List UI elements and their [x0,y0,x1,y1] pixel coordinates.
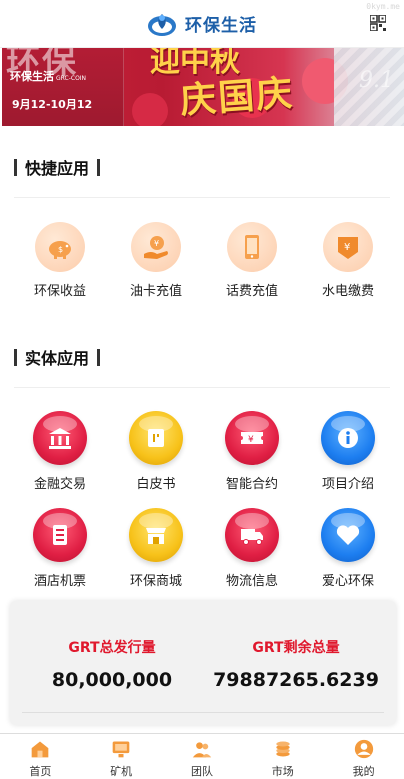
promo-banner[interactable]: 环保 环保生活 GRC-COIN 9月12-10月12 迎中秋 庆国庆 9.1 [2,48,404,126]
svg-text:$: $ [58,245,63,254]
quick-app-eco-income[interactable]: $ 环保收益 [12,222,108,299]
profile-icon [354,739,373,759]
stat-issued-label: GRT总发行量 [68,640,156,656]
svg-text:¥: ¥ [248,435,254,445]
svg-text:¥: ¥ [344,242,350,253]
bill-icon: ¥ [323,222,373,272]
quick-app-utility-bill[interactable]: ¥ 水电缴费 [300,222,396,299]
monitor-icon [112,741,130,758]
phone-icon [227,222,277,272]
tab-team[interactable]: 团队 [162,734,243,779]
truck-icon [225,508,279,562]
book-icon [129,411,183,465]
real-app-whitepaper[interactable]: 白皮书 [108,411,204,492]
bank-icon [33,411,87,465]
hand-coin-icon: ¥ [131,222,181,272]
bottom-tab-bar: 首页 矿机 团队 市场 我的 [0,733,404,779]
stat-remaining-value: 79887265.6239 [213,669,379,691]
quick-apps-title: 快捷应用 [14,157,101,178]
hotel-icon [33,508,87,562]
brand: 环保生活 [147,11,257,37]
piggy-bank-icon: $ [35,222,85,272]
tab-home[interactable]: 首页 [0,734,81,779]
contract-ticket-icon: ¥ [225,411,279,465]
real-app-project-intro[interactable]: 项目介绍 [300,411,396,492]
tab-market[interactable]: 市场 [242,734,323,779]
real-app-logistics[interactable]: 物流信息 [204,508,300,589]
team-icon [192,742,212,758]
stat-remaining-label: GRT剩余总量 [252,640,340,656]
banner-slogan: 庆国庆 [178,72,296,122]
coins-icon [276,741,290,757]
stat-remaining: GRT剩余总量 79887265.6239 [208,637,384,691]
watermark: 0kym.me [366,2,400,11]
banner-date: 9月12-10月12 [12,98,93,111]
banner-ticket: 环保 环保生活 GRC-COIN 9月12-10月12 [2,48,124,126]
divider [14,197,390,198]
tab-profile[interactable]: 我的 [323,734,404,779]
info-icon [321,411,375,465]
quick-app-fuel-card[interactable]: ¥ 油卡充值 [108,222,204,299]
divider [14,387,390,388]
home-icon [32,741,49,758]
token-stats-card: GRT总发行量 80,000,000 GRT剩余总量 79887265.6239 [10,601,396,725]
quick-app-phone-topup[interactable]: 话费充值 [204,222,300,299]
stat-issued-value: 80,000,000 [51,669,173,691]
top-header: 环保生活 0kym.me [0,0,404,48]
heart-icon [321,508,375,562]
divider [22,712,384,713]
stat-issued: GRT总发行量 80,000,000 [32,637,192,691]
svg-text:¥: ¥ [154,239,159,248]
shop-icon [129,508,183,562]
real-apps-title: 实体应用 [14,347,101,368]
tab-miner[interactable]: 矿机 [81,734,162,779]
real-app-hotel-flight[interactable]: 酒店机票 [12,508,108,589]
real-app-eco-mall[interactable]: 环保商城 [108,508,204,589]
real-app-smart-contract[interactable]: ¥ 智能合约 [204,411,300,492]
banner-deco-text: 9.1 [359,68,394,93]
real-app-love-eco[interactable]: 爱心环保 [300,508,396,589]
app-title: 环保生活 [185,16,257,36]
logo-icon [148,13,176,36]
banner-brand: 环保生活 GRC-COIN [10,70,87,83]
real-app-finance[interactable]: 金融交易 [12,411,108,492]
qr-code-icon[interactable] [370,15,386,31]
